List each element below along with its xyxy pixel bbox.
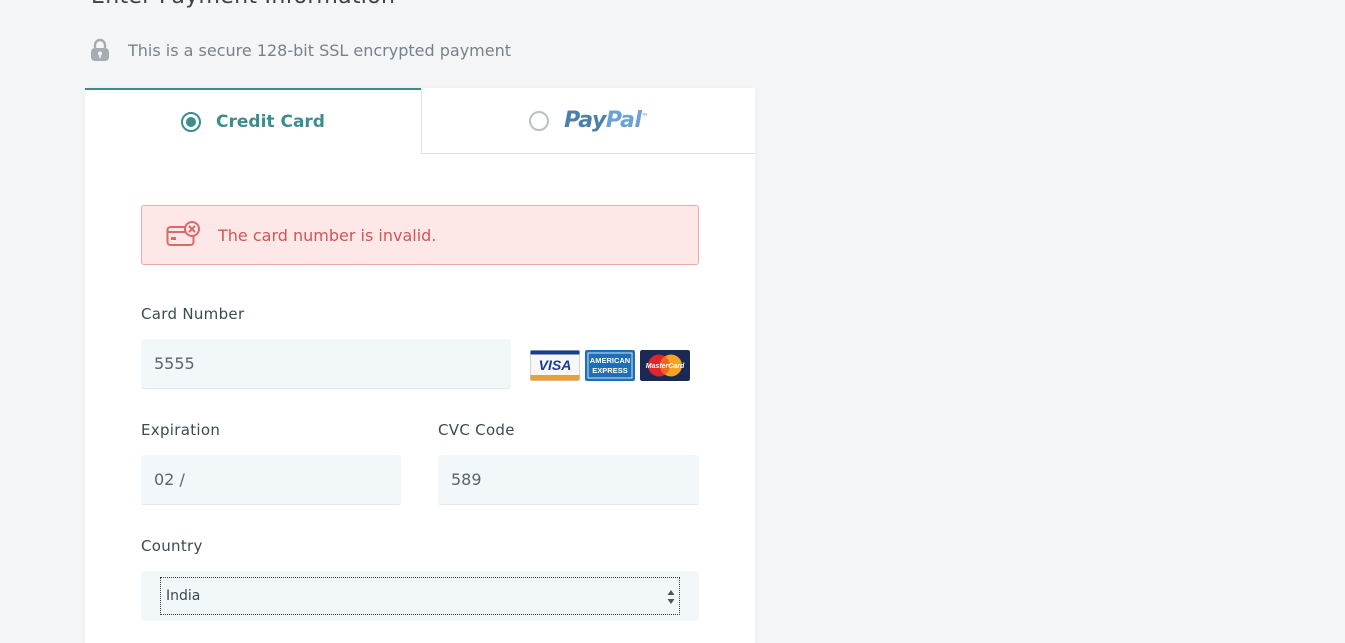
expiration-input[interactable]: 02 / bbox=[141, 455, 401, 505]
mastercard-logo: MasterCard bbox=[640, 350, 690, 381]
payment-method-tabs: Credit Card PayPal™ bbox=[85, 88, 755, 154]
visa-logo-text: VISA bbox=[539, 357, 572, 373]
tab-credit-card[interactable]: Credit Card bbox=[85, 88, 421, 154]
cvc-label: CVC Code bbox=[438, 421, 515, 439]
country-label: Country bbox=[141, 537, 203, 555]
secure-notice: This is a secure 128-bit SSL encrypted p… bbox=[90, 38, 511, 62]
amex-logo-text-2: EXPRESS bbox=[592, 366, 627, 375]
credit-card-radio[interactable] bbox=[181, 112, 202, 132]
page-title: Enter Payment Information bbox=[91, 0, 395, 9]
payment-page: Enter Payment Information This is a secu… bbox=[0, 0, 1345, 643]
country-select-value: India bbox=[166, 588, 201, 604]
country-field: India bbox=[141, 571, 699, 621]
amex-logo: AMERICAN EXPRESS bbox=[585, 350, 635, 381]
credit-card-label: Credit Card bbox=[216, 112, 325, 132]
error-alert-text: The card number is invalid. bbox=[218, 225, 437, 245]
amex-logo-text-1: AMERICAN bbox=[590, 356, 630, 365]
error-alert: The card number is invalid. bbox=[141, 205, 699, 265]
paypal-logo-part2: Pal bbox=[605, 108, 642, 133]
mastercard-logo-text: MasterCard bbox=[646, 363, 685, 370]
trademark-mark: ™ bbox=[641, 112, 648, 121]
lock-icon bbox=[91, 38, 109, 61]
card-brand-logos: VISA AMERICAN EXPRESS MasterCard bbox=[530, 350, 690, 381]
visa-logo: VISA bbox=[530, 350, 580, 381]
paypal-radio[interactable] bbox=[529, 110, 550, 131]
card-number-label: Card Number bbox=[141, 305, 245, 323]
paypal-logo: PayPal™ bbox=[564, 108, 648, 133]
country-select[interactable]: India bbox=[160, 577, 680, 615]
expiration-label: Expiration bbox=[141, 421, 221, 439]
card-error-icon bbox=[166, 221, 200, 246]
tab-paypal[interactable]: PayPal™ bbox=[421, 88, 755, 154]
radio-selected-dot bbox=[186, 117, 197, 127]
paypal-logo-part1: Pay bbox=[564, 108, 606, 133]
select-arrows-icon bbox=[667, 590, 675, 604]
payment-card: Credit Card PayPal™ The card number is i… bbox=[85, 88, 755, 643]
card-number-input[interactable]: 5555 bbox=[141, 339, 511, 389]
cvc-input[interactable]: 589 bbox=[438, 455, 699, 505]
secure-notice-text: This is a secure 128-bit SSL encrypted p… bbox=[128, 40, 512, 60]
